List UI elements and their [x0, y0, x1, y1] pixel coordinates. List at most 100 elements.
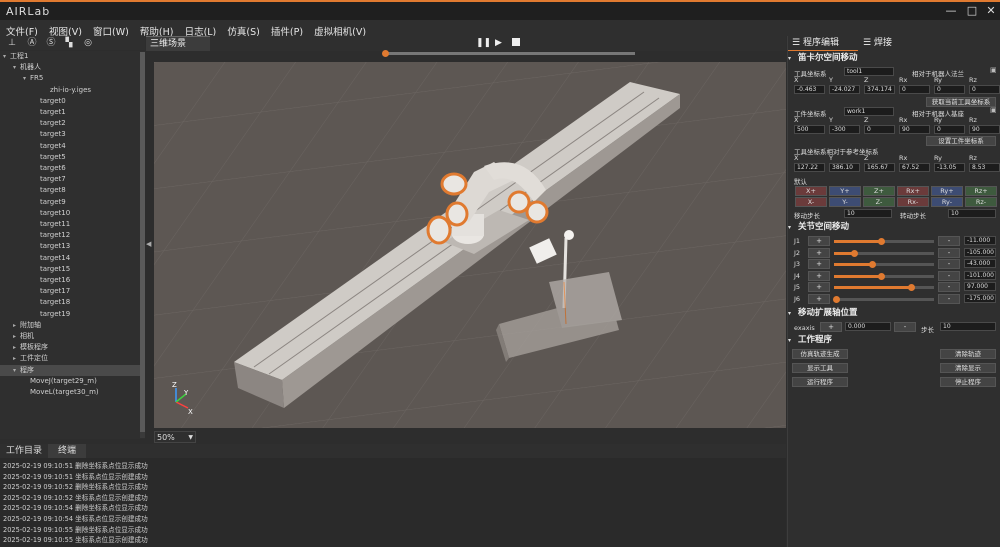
work-axis-value[interactable]: 0 [934, 125, 965, 134]
joint-plus-button[interactable]: + [808, 247, 830, 258]
tree-item[interactable]: target9 [0, 197, 140, 208]
joint-slider-handle[interactable] [878, 272, 885, 280]
save-icon[interactable]: ▣ [990, 66, 997, 74]
work-axis-value[interactable]: 90 [969, 125, 1000, 134]
jog-minus-button[interactable]: Ry- [931, 197, 963, 207]
joint-plus-button[interactable]: + [808, 259, 830, 270]
tree-item[interactable]: target14 [0, 253, 140, 264]
tree-item[interactable]: target6 [0, 163, 140, 174]
jog-plus-button[interactable]: Y+ [829, 186, 861, 196]
chevron-right-icon[interactable]: ▸ [13, 342, 20, 353]
relative-axis-value[interactable]: 67.52 [899, 163, 930, 172]
joint-slider[interactable] [834, 249, 934, 257]
jog-minus-button[interactable]: Z- [863, 197, 895, 207]
relative-axis-value[interactable]: 127.22 [794, 163, 825, 172]
collapse-panel-icon[interactable]: ◀ [146, 240, 152, 252]
joint-minus-button[interactable]: - [938, 236, 960, 246]
minimize-button[interactable]: — [943, 4, 959, 18]
tree-item[interactable]: target12 [0, 230, 140, 241]
zoom-select[interactable]: 50% ▼ [154, 431, 196, 443]
relative-axis-value[interactable]: -13.05 [934, 163, 965, 172]
tree-item[interactable]: target16 [0, 275, 140, 286]
joint-plus-button[interactable]: + [808, 270, 830, 281]
relative-axis-value[interactable]: 386.10 [829, 163, 860, 172]
tree-item[interactable]: MoveJ(target29_m) [0, 376, 140, 387]
joint-slider[interactable] [834, 284, 934, 292]
extaxis-plus-button[interactable]: + [820, 322, 842, 332]
joint-slider[interactable] [834, 261, 934, 269]
grid-icon[interactable]: ▚ [63, 37, 75, 49]
joint-minus-button[interactable]: - [938, 294, 960, 304]
tool-axis-value[interactable]: 0 [969, 85, 1000, 94]
extaxis-minus-button[interactable]: - [894, 322, 916, 332]
section-program[interactable]: ▾ 工作程序 [788, 335, 1000, 346]
jog-plus-button[interactable]: Ry+ [931, 186, 963, 196]
tree-item[interactable]: zhi-io-y.iges [0, 85, 140, 96]
pause-icon[interactable]: ❚❚ [476, 38, 491, 48]
joint-minus-button[interactable]: - [938, 270, 960, 281]
relative-axis-value[interactable]: 165.67 [864, 163, 895, 172]
play-icon[interactable]: ▶ [495, 38, 502, 48]
playback-handle[interactable] [382, 50, 389, 57]
joint-value[interactable]: -11.000 [964, 236, 996, 245]
tree-item[interactable]: ▾ FR5 [0, 73, 140, 84]
tree-item[interactable]: target2 [0, 118, 140, 129]
tree-scrollbar-thumb[interactable] [140, 52, 145, 432]
jog-plus-button[interactable]: X+ [795, 186, 827, 196]
tree-item[interactable]: target11 [0, 219, 140, 230]
tree-item[interactable]: target5 [0, 152, 140, 163]
joint-slider-handle[interactable] [869, 261, 876, 269]
chevron-down-icon[interactable]: ▾ [13, 365, 20, 376]
tool-axis-value[interactable]: -0.463 [794, 85, 825, 94]
tree-item[interactable]: ▸ 模板程序 [0, 342, 140, 353]
joint-value[interactable]: -101.000 [964, 270, 996, 280]
work-axis-value[interactable]: 0 [864, 125, 895, 134]
work-axis-value[interactable]: 500 [794, 125, 825, 134]
tool-axis-value[interactable]: 0 [934, 85, 965, 94]
tree-item[interactable]: target8 [0, 185, 140, 196]
tree-item[interactable]: target18 [0, 297, 140, 308]
chevron-right-icon[interactable]: ▸ [13, 331, 20, 342]
jog-plus-button[interactable]: Z+ [863, 186, 895, 196]
work-frame-input[interactable]: work1 [844, 107, 894, 116]
tree-item[interactable]: target3 [0, 129, 140, 140]
chevron-down-icon[interactable]: ▾ [13, 62, 20, 73]
work-axis-value[interactable]: 90 [899, 125, 930, 134]
tool-axis-value[interactable]: 0 [899, 85, 930, 94]
rotate-step-input[interactable]: 10 [948, 209, 996, 218]
jog-minus-button[interactable]: Y- [829, 197, 861, 207]
run-program-button[interactable]: 运行程序 [792, 377, 848, 387]
joint-value[interactable]: -105.000 [964, 247, 996, 257]
joint-slider-handle[interactable] [908, 284, 915, 292]
relative-axis-value[interactable]: 8.53 [969, 163, 1000, 172]
clear-display-button[interactable]: 清除显示 [940, 363, 996, 373]
jog-minus-button[interactable]: Rx- [897, 197, 929, 207]
move-step-input[interactable]: 10 [844, 209, 892, 218]
tree-item[interactable]: target13 [0, 241, 140, 252]
joint-minus-button[interactable]: - [938, 282, 960, 293]
joint-plus-button[interactable]: + [808, 294, 830, 304]
tool-axis-value[interactable]: 374.174 [864, 85, 895, 94]
chevron-right-icon[interactable]: ▸ [13, 353, 20, 364]
joint-value[interactable]: -43.000 [964, 259, 996, 269]
tree-item[interactable]: target10 [0, 208, 140, 219]
tree-item[interactable]: target4 [0, 141, 140, 152]
tree-item[interactable]: ▸ 相机 [0, 331, 140, 342]
joint-slider-handle[interactable] [851, 249, 858, 257]
joint-slider[interactable] [834, 272, 934, 280]
jog-plus-button[interactable]: Rz+ [965, 186, 997, 196]
section-cartesian[interactable]: ▾ 笛卡尔空间移动 [788, 53, 1000, 64]
close-button[interactable]: ✕ [983, 4, 999, 18]
work-axis-value[interactable]: -300 [829, 125, 860, 134]
tab-work-directory[interactable]: 工作目录 [2, 444, 46, 458]
section-joint[interactable]: ▾ 关节空间移动 [788, 222, 1000, 233]
tree-item[interactable]: ▾ 程序 [0, 364, 140, 376]
tree-item[interactable]: target17 [0, 286, 140, 297]
joint-plus-button[interactable]: + [808, 282, 830, 293]
get-tool-frame-button[interactable]: 获取当前工具坐标系 [926, 97, 996, 107]
tree-item[interactable]: target0 [0, 96, 140, 107]
show-tool-button[interactable]: 显示工具 [792, 363, 848, 373]
chevron-down-icon[interactable]: ▾ [3, 51, 10, 62]
stop-icon[interactable] [512, 38, 520, 46]
joint-minus-button[interactable]: - [938, 247, 960, 258]
